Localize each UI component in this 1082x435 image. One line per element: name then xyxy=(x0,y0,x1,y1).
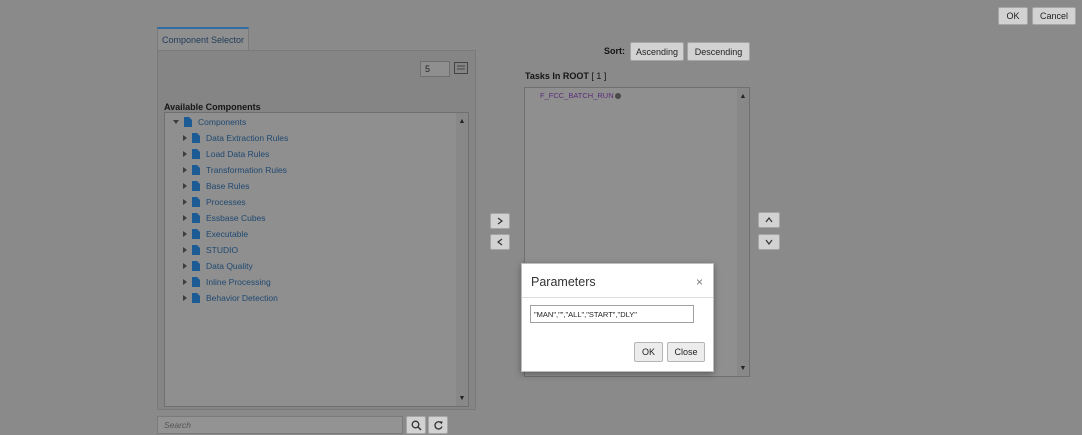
scroll-down-icon[interactable]: ▼ xyxy=(737,362,749,374)
chevron-left-icon xyxy=(497,238,503,246)
tasks-count: [ 1 ] xyxy=(591,71,607,81)
tree-node-label: Data Extraction Rules xyxy=(206,133,289,143)
scroll-up-icon[interactable]: ▲ xyxy=(456,115,468,127)
page-size-icon[interactable] xyxy=(452,60,470,76)
parameters-input[interactable] xyxy=(530,305,694,323)
document-icon xyxy=(192,229,200,239)
document-icon xyxy=(192,277,200,287)
tree-root-components[interactable]: Components xyxy=(173,114,246,130)
ok-button[interactable]: OK xyxy=(998,7,1028,25)
tree-node-behavior-detection[interactable]: Behavior Detection xyxy=(183,290,278,306)
close-icon[interactable]: × xyxy=(696,275,703,289)
document-icon xyxy=(192,181,200,191)
tree-node-label: Components xyxy=(198,117,247,127)
gear-icon[interactable] xyxy=(614,92,621,99)
tree-node-label: Base Rules xyxy=(206,181,250,191)
chevron-down-icon xyxy=(765,239,773,245)
move-up-button[interactable] xyxy=(758,212,780,228)
document-icon xyxy=(184,117,192,127)
available-components-title: Available Components xyxy=(164,102,261,112)
tree-node-load-data-rules[interactable]: Load Data Rules xyxy=(183,146,269,162)
collapsed-arrow-icon[interactable] xyxy=(183,263,187,269)
document-icon xyxy=(192,149,200,159)
sort-descending-button[interactable]: Descending xyxy=(687,42,750,61)
tasks-title-text: Tasks In ROOT xyxy=(525,71,589,81)
document-icon xyxy=(192,133,200,143)
collapsed-arrow-icon[interactable] xyxy=(183,215,187,221)
sort-label: Sort: xyxy=(604,46,625,56)
chevron-right-icon xyxy=(497,217,503,225)
document-icon xyxy=(192,197,200,207)
component-tree[interactable]: Components Data Extraction Rules Load Da… xyxy=(164,112,469,407)
tree-node-essbase-cubes[interactable]: Essbase Cubes xyxy=(183,210,266,226)
tree-node-label: Load Data Rules xyxy=(206,149,270,159)
tree-node-label: Inline Processing xyxy=(206,277,271,287)
task-item[interactable]: F_FCC_BATCH_RUN xyxy=(540,91,621,100)
document-icon xyxy=(192,261,200,271)
tree-node-inline-processing[interactable]: Inline Processing xyxy=(183,274,271,290)
sort-ascending-button[interactable]: Ascending xyxy=(630,42,684,61)
tree-node-data-extraction-rules[interactable]: Data Extraction Rules xyxy=(183,130,288,146)
tree-node-label: Processes xyxy=(206,197,246,207)
cancel-button[interactable]: Cancel xyxy=(1032,7,1076,25)
collapsed-arrow-icon[interactable] xyxy=(183,279,187,285)
tree-node-executable[interactable]: Executable xyxy=(183,226,248,242)
tab-component-selector[interactable]: Component Selector xyxy=(157,27,249,51)
move-left-button[interactable] xyxy=(490,234,510,250)
tree-node-studio[interactable]: STUDIO xyxy=(183,242,238,258)
tree-node-label: Essbase Cubes xyxy=(206,213,266,223)
dialog-ok-button[interactable]: OK xyxy=(634,342,663,362)
expanded-arrow-icon[interactable] xyxy=(173,120,179,124)
document-icon xyxy=(192,293,200,303)
dialog-divider xyxy=(522,297,713,298)
collapsed-arrow-icon[interactable] xyxy=(183,231,187,237)
tree-node-label: Data Quality xyxy=(206,261,253,271)
move-down-button[interactable] xyxy=(758,234,780,250)
search-button[interactable] xyxy=(406,416,426,434)
collapsed-arrow-icon[interactable] xyxy=(183,135,187,141)
parameters-dialog: Parameters × OK Close xyxy=(521,263,714,372)
tree-node-base-rules[interactable]: Base Rules xyxy=(183,178,249,194)
move-right-button[interactable] xyxy=(490,213,510,229)
tasks-title: Tasks In ROOT [ 1 ] xyxy=(525,71,606,81)
task-item-label: F_FCC_BATCH_RUN xyxy=(540,91,614,100)
tree-node-processes[interactable]: Processes xyxy=(183,194,246,210)
reset-button[interactable] xyxy=(428,416,448,434)
tree-node-data-quality[interactable]: Data Quality xyxy=(183,258,253,274)
tasks-scrollbar[interactable]: ▲ ▼ xyxy=(737,88,749,376)
collapsed-arrow-icon[interactable] xyxy=(183,167,187,173)
scroll-down-icon[interactable]: ▼ xyxy=(456,392,468,404)
dialog-title: Parameters xyxy=(531,275,596,289)
tree-node-transformation-rules[interactable]: Transformation Rules xyxy=(183,162,287,178)
document-icon xyxy=(192,245,200,255)
page-size-field[interactable]: 5 xyxy=(420,61,450,77)
chevron-up-icon xyxy=(765,217,773,223)
tree-node-label: Behavior Detection xyxy=(206,293,278,303)
refresh-icon xyxy=(433,420,443,430)
tree-node-label: Transformation Rules xyxy=(206,165,287,175)
scroll-up-icon[interactable]: ▲ xyxy=(737,90,749,102)
search-icon xyxy=(411,420,421,430)
tree-node-label: STUDIO xyxy=(206,245,239,255)
collapsed-arrow-icon[interactable] xyxy=(183,183,187,189)
collapsed-arrow-icon[interactable] xyxy=(183,295,187,301)
tree-node-label: Executable xyxy=(206,229,249,239)
search-input[interactable]: Search xyxy=(157,416,403,434)
document-icon xyxy=(192,213,200,223)
collapsed-arrow-icon[interactable] xyxy=(183,247,187,253)
document-icon xyxy=(192,165,200,175)
dialog-close-button[interactable]: Close xyxy=(667,342,705,362)
tree-scrollbar[interactable]: ▲ ▼ xyxy=(456,113,468,406)
collapsed-arrow-icon[interactable] xyxy=(183,151,187,157)
collapsed-arrow-icon[interactable] xyxy=(183,199,187,205)
